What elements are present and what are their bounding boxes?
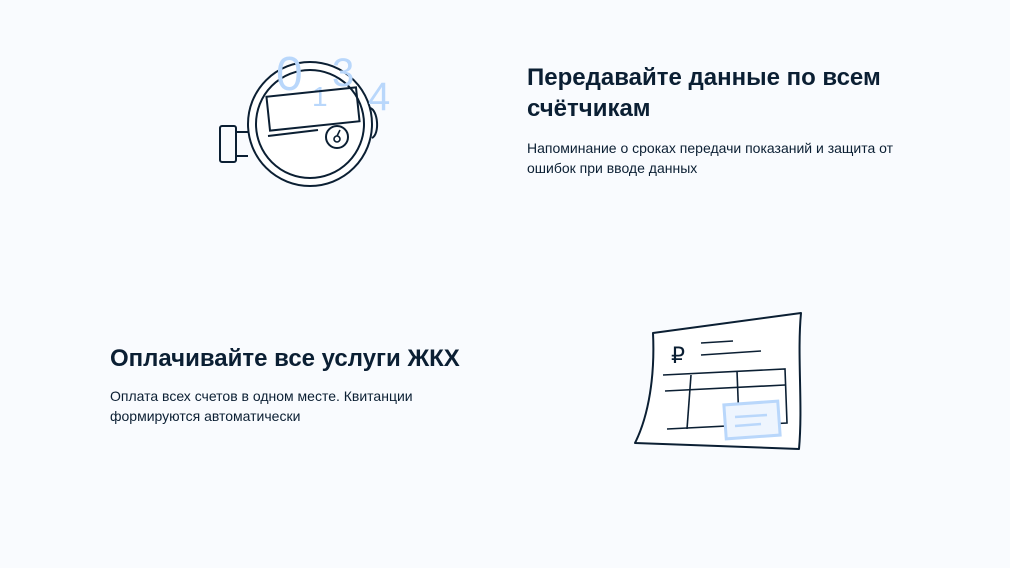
feature-meter-readings: Передавайте данные по всем счётчикам Нап… [527, 62, 907, 178]
receipt-icon: ₽ [634, 312, 802, 450]
page: 0 1 3 4 Передавайте данные по всем счётч… [0, 0, 1010, 568]
receipt-illustration: ₽ [625, 305, 815, 455]
meter-digit-1: 1 [312, 81, 328, 112]
meter-digit-4: 4 [368, 75, 390, 119]
water-meter-illustration: 0 1 3 4 [210, 40, 410, 190]
ruble-sign: ₽ [671, 343, 685, 368]
feature-description: Оплата всех счетов в одном месте. Квитан… [110, 388, 413, 424]
feature-utility-payments: Оплачивайте все услуги ЖКХ Оплата всех с… [110, 343, 490, 426]
feature-title: Оплачивайте все услуги ЖКХ [110, 345, 460, 372]
feature-description: Напоминание о сроках передачи показаний … [527, 140, 894, 176]
water-meter-icon: 0 1 3 4 [219, 48, 390, 187]
feature-title: Передавайте данные по всем счётчикам [527, 64, 881, 122]
